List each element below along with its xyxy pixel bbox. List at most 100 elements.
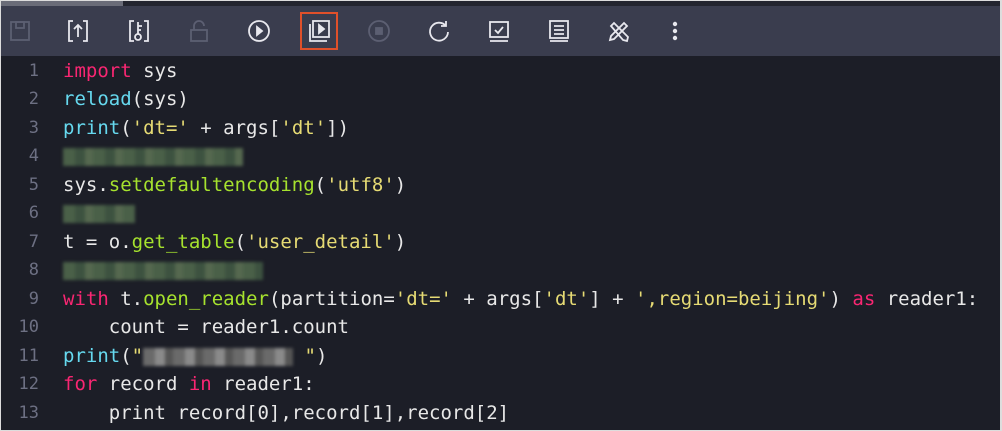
upload-icon	[68, 20, 88, 42]
line-number: 6	[28, 203, 39, 223]
redacted-comment	[63, 147, 243, 166]
code-line: 11 print(" ")	[1, 342, 1000, 370]
key-button[interactable]	[122, 14, 156, 48]
method: open_reader	[143, 288, 269, 310]
stop-button[interactable]	[362, 14, 396, 48]
lock-icon	[190, 20, 208, 42]
keyword: as	[852, 288, 876, 310]
refresh-icon	[429, 21, 449, 42]
stop-icon	[368, 20, 390, 42]
code-line: 4	[1, 142, 1000, 170]
string: 'dt='	[394, 288, 452, 310]
string: "	[293, 345, 316, 367]
keyword: in	[188, 373, 212, 395]
code-text: ] +	[589, 288, 636, 310]
code-text: (	[234, 231, 247, 253]
code-text: (sys)	[131, 88, 189, 110]
code-text: ])	[326, 117, 350, 139]
string: 'user_detail'	[246, 231, 395, 253]
code-line: 9 with t.open_reader(partition='dt=' + ar…	[1, 285, 1000, 313]
code-text: + args[	[188, 117, 281, 139]
string: "	[131, 345, 144, 367]
function: print	[63, 345, 121, 367]
code-line: 12 for record in reader1:	[1, 370, 1000, 398]
code-text: reader1:	[875, 288, 979, 310]
code-text: record	[97, 373, 189, 395]
string: 'dt'	[543, 288, 590, 310]
code-text: t.	[108, 288, 144, 310]
method: get_table	[131, 231, 235, 253]
lock-button[interactable]	[182, 14, 216, 48]
line-number: 4	[28, 146, 39, 166]
line-number: 2	[28, 89, 39, 109]
line-number: 8	[28, 260, 39, 280]
string: 'dt'	[280, 117, 327, 139]
code-text: (	[314, 174, 327, 196]
line-number: 13	[18, 403, 39, 423]
code-text: )	[829, 288, 853, 310]
more-icon	[672, 21, 678, 41]
code-text: )	[394, 174, 407, 196]
key-icon	[129, 20, 149, 42]
line-number: 1	[28, 61, 39, 81]
code-text: sys.	[63, 174, 109, 196]
code-line: 7 t = o.get_table('user_detail')	[1, 228, 1000, 256]
line-number: 12	[18, 374, 39, 394]
toolbar	[1, 6, 1000, 56]
code-text: (partition=	[268, 288, 395, 310]
refresh-button[interactable]	[422, 14, 456, 48]
code-line: 6	[1, 199, 1000, 227]
code-editor-window: 1 import sys 2 reload(sys) 3 print('dt=' + …	[1, 1, 1000, 430]
redacted-comment	[63, 204, 135, 223]
redacted-comment	[63, 261, 263, 280]
code-line: 8	[1, 256, 1000, 284]
code-line: 2 reload(sys)	[1, 85, 1000, 113]
code-line: 5 sys.setdefaultencoding('utf8')	[1, 171, 1000, 199]
code-text: sys	[131, 60, 178, 82]
code-text: )	[316, 345, 328, 367]
function: reload	[63, 88, 132, 110]
code-text: (	[120, 117, 132, 139]
submit-button[interactable]	[482, 14, 516, 48]
run-with-params-button[interactable]	[300, 12, 338, 50]
tools-icon	[608, 21, 629, 43]
line-number: 7	[28, 232, 39, 252]
run-with-params-icon	[309, 20, 330, 42]
code-text: print record[0],record[1],record[2]	[63, 402, 510, 424]
save-icon	[10, 21, 30, 41]
line-number: 5	[28, 175, 39, 195]
tools-button[interactable]	[602, 14, 636, 48]
more-button[interactable]	[658, 14, 692, 48]
line-number: 9	[28, 289, 39, 309]
code-text: count = reader1.count	[63, 316, 349, 338]
code-line: 10 count = reader1.count	[1, 313, 1000, 341]
code-area[interactable]: 1 import sys 2 reload(sys) 3 print('dt=' + …	[1, 56, 1000, 430]
code-line: 3 print('dt=' + args['dt'])	[1, 114, 1000, 142]
keyword: import	[63, 60, 132, 82]
line-number: 10	[18, 317, 39, 337]
code-text: reader1:	[211, 373, 315, 395]
upload-button[interactable]	[61, 14, 95, 48]
save-button[interactable]	[3, 14, 37, 48]
keyword: with	[63, 288, 109, 310]
code-text: t = o.	[63, 231, 132, 253]
line-number: 11	[18, 346, 39, 366]
code-text: )	[394, 231, 407, 253]
string: ',region=beijing'	[635, 288, 830, 310]
keyword: for	[63, 373, 98, 395]
code-line: 13 print record[0],record[1],record[2]	[1, 399, 1000, 427]
string: 'utf8'	[326, 174, 395, 196]
run-button[interactable]	[242, 14, 276, 48]
method: setdefaultencoding	[108, 174, 315, 196]
code-line: 1 import sys	[1, 57, 1000, 85]
submit-icon	[489, 21, 509, 42]
line-number: 3	[28, 118, 39, 138]
format-button[interactable]	[542, 14, 576, 48]
redacted-string	[143, 347, 294, 366]
run-icon	[248, 20, 270, 42]
code-text: (	[120, 345, 132, 367]
code-text: + args[	[451, 288, 544, 310]
format-icon	[549, 20, 569, 42]
string: 'dt='	[131, 117, 189, 139]
function: print	[63, 117, 121, 139]
